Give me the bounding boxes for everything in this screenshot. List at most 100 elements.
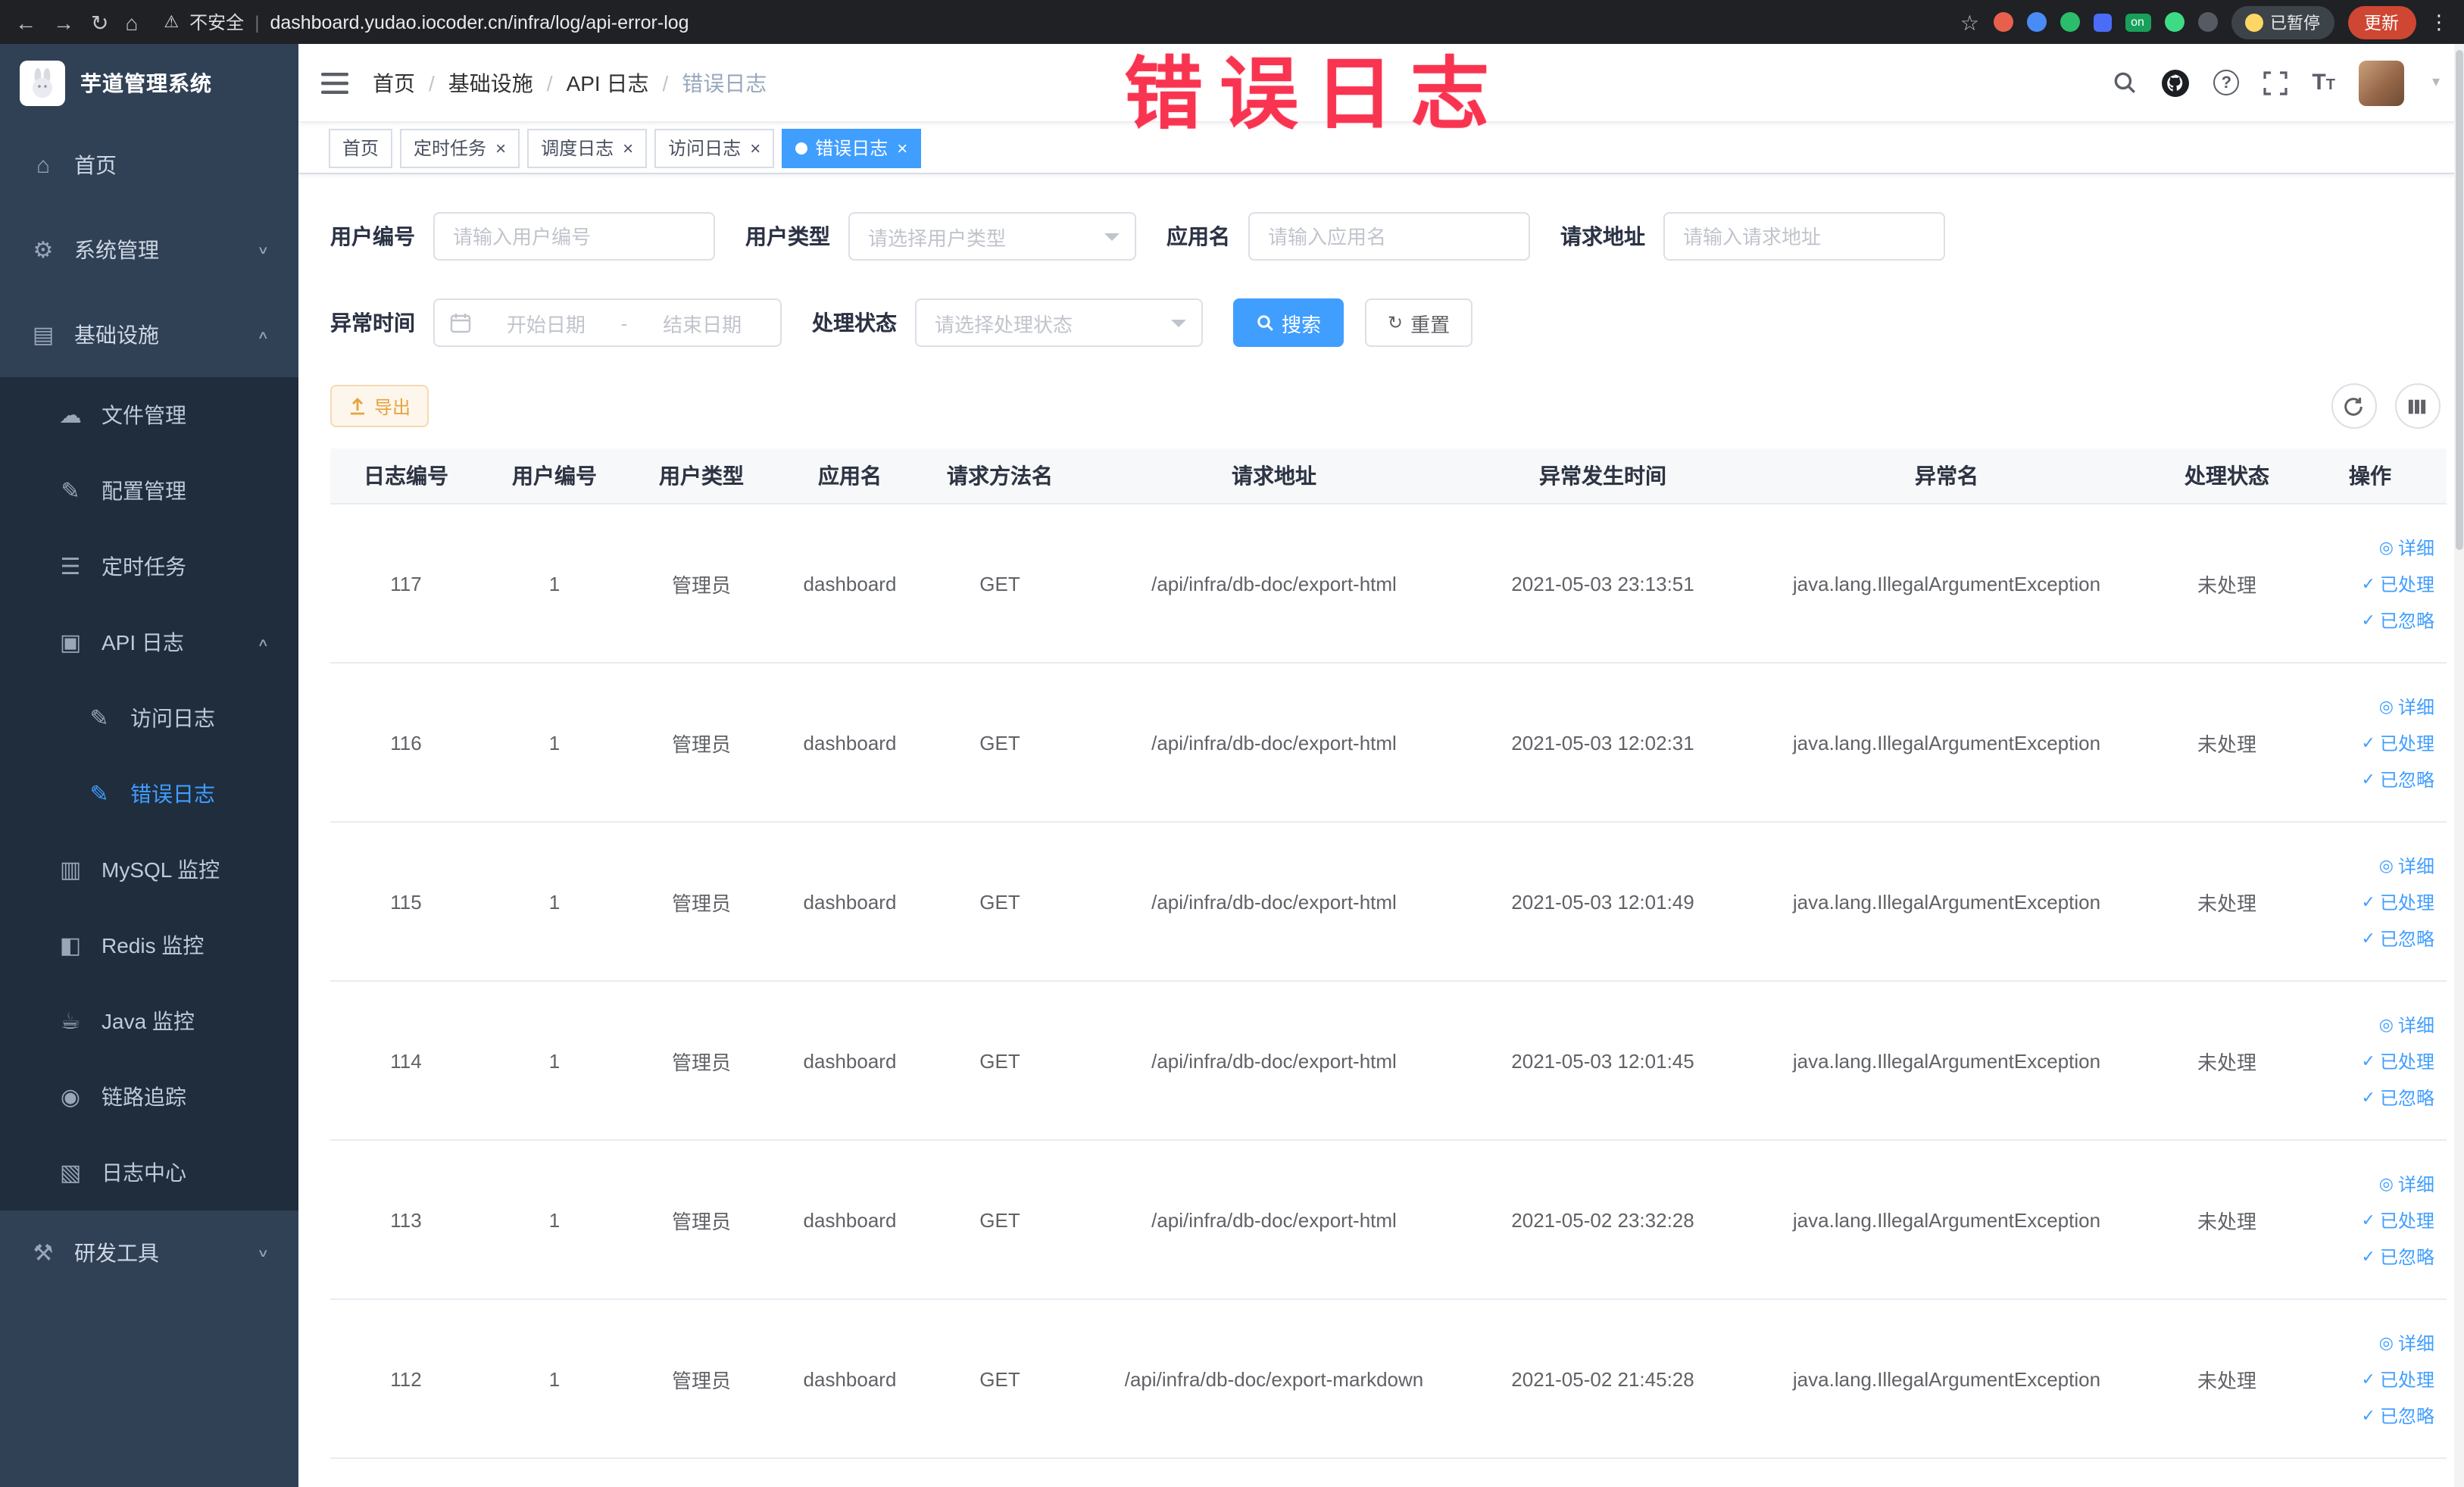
mark-ignored-link[interactable]: ✓ 已忽略 (2362, 925, 2434, 951)
security-label[interactable]: 不安全 (189, 9, 244, 35)
table-row: 117 1 管理员 dashboard GET /api/infra/db-do… (330, 505, 2446, 664)
tab-error-log[interactable]: 错误日志 × (782, 128, 922, 167)
user-id-input[interactable] (433, 212, 715, 261)
help-icon[interactable]: ? (2213, 70, 2240, 95)
close-icon[interactable]: × (623, 139, 633, 157)
cell-user-id: 1 (548, 1049, 561, 1072)
home-icon[interactable]: ⌂ (125, 11, 138, 33)
mark-processed-link[interactable]: ✓ 已处理 (2362, 1048, 2434, 1073)
sidebar-item-mysql-monitor[interactable]: ▥ MySQL 监控 (0, 832, 298, 908)
action-label: 已忽略 (2379, 769, 2434, 790)
mark-ignored-link[interactable]: ✓ 已忽略 (2362, 1243, 2434, 1269)
extension-icon[interactable] (2026, 12, 2046, 32)
rabbit-icon (33, 68, 52, 98)
column-settings-button[interactable] (2394, 383, 2440, 429)
breadcrumb-item[interactable]: 首页 (373, 67, 415, 98)
sidebar-item-tracing[interactable]: ◉ 链路追踪 (0, 1059, 298, 1135)
extension-icon[interactable] (2060, 12, 2079, 32)
filter-label: 请求地址 (1560, 224, 1645, 248)
scrollbar-thumb[interactable] (2455, 50, 2462, 550)
mark-ignored-link[interactable]: ✓ 已忽略 (2362, 766, 2434, 792)
detail-link[interactable]: ◎ 详细 (2379, 1011, 2434, 1037)
mark-processed-link[interactable]: ✓ 已处理 (2362, 1207, 2434, 1232)
close-icon[interactable]: × (495, 139, 506, 157)
breadcrumb-item[interactable]: API 日志 (567, 67, 649, 98)
mark-ignored-link[interactable]: ✓ 已忽略 (2362, 1084, 2434, 1110)
mark-processed-link[interactable]: ✓ 已处理 (2362, 570, 2434, 596)
mark-processed-link[interactable]: ✓ 已处理 (2362, 1366, 2434, 1392)
app-name-input[interactable] (1248, 212, 1530, 261)
cell-status: 未处理 (2197, 573, 2256, 596)
detail-link[interactable]: ◎ 详细 (2379, 693, 2434, 719)
tab-access-log[interactable]: 访问日志 × (654, 128, 775, 167)
sidebar-item-label: 链路追踪 (101, 1085, 186, 1109)
sidebar-item-label: 基础设施 (74, 323, 159, 347)
tab-scheduled-tasks[interactable]: 定时任务 × (400, 128, 520, 167)
caret-down-icon[interactable]: ▾ (2432, 74, 2440, 91)
sidebar-item-dev-tools[interactable]: ⚒ 研发工具 ∨ (0, 1211, 298, 1295)
avatar[interactable] (2359, 60, 2405, 105)
detail-link[interactable]: ◎ 详细 (2379, 1329, 2434, 1355)
sidebar-item-infrastructure[interactable]: ▤ 基础设施 ∧ (0, 292, 298, 377)
mark-ignored-link[interactable]: ✓ 已忽略 (2362, 607, 2434, 633)
sidebar-item-error-log[interactable]: ✎ 错误日志 (0, 756, 298, 832)
sidebar-item-access-log[interactable]: ✎ 访问日志 (0, 680, 298, 756)
action-label: 详细 (2397, 1014, 2434, 1036)
browser-menu-icon[interactable]: ⋮ (2429, 10, 2449, 34)
mark-ignored-link[interactable]: ✓ 已忽略 (2362, 1402, 2434, 1428)
extension-icon[interactable] (2093, 13, 2111, 31)
sidebar-item-dashboard[interactable]: ⌂ 首页 (0, 123, 298, 208)
mark-processed-link[interactable]: ✓ 已处理 (2362, 729, 2434, 755)
sidebar-item-config-mgmt[interactable]: ✎ 配置管理 (0, 453, 298, 529)
extension-icon[interactable] (2197, 12, 2217, 32)
sidebar-item-api-logs[interactable]: ▣ API 日志 ∧ (0, 604, 298, 680)
github-icon[interactable] (2162, 69, 2190, 96)
sidebar-item-log-center[interactable]: ▧ 日志中心 (0, 1135, 298, 1211)
export-button[interactable]: 导出 (330, 385, 429, 427)
detail-link[interactable]: ◎ 详细 (2379, 534, 2434, 560)
request-url-input[interactable] (1663, 212, 1945, 261)
extension-icon[interactable] (1993, 12, 2013, 32)
process-status-select[interactable]: 请选择处理状态 (915, 298, 1203, 347)
extension-on-badge[interactable]: on (2125, 13, 2150, 31)
reset-button[interactable]: ↻ 重置 (1365, 298, 1473, 347)
col-exception-name: 异常名 (1915, 464, 1978, 488)
detail-link[interactable]: ◎ 详细 (2379, 1170, 2434, 1196)
cell-actions: ◎ 详细 ✓ 已处理 ✓ 已忽略 (2294, 1170, 2447, 1269)
close-icon[interactable]: × (897, 139, 907, 157)
filter-row-2: 异常时间 开始日期 - 结束日期 处理状态 请选择处理状态 搜索 ↻ 重置 (330, 298, 2446, 347)
forward-icon[interactable]: → (53, 11, 74, 33)
back-icon[interactable]: ← (15, 11, 36, 33)
date-range-picker[interactable]: 开始日期 - 结束日期 (433, 298, 782, 347)
sidebar-item-redis-monitor[interactable]: ◧ Redis 监控 (0, 908, 298, 983)
mark-processed-link[interactable]: ✓ 已处理 (2362, 889, 2434, 914)
cell-actions: ◎ 详细 ✓ 已处理 ✓ 已忽略 (2294, 852, 2447, 951)
breadcrumb-item[interactable]: 基础设施 (448, 67, 533, 98)
tab-schedule-log[interactable]: 调度日志 × (527, 128, 648, 167)
cell-app-name: dashboard (803, 890, 897, 913)
sidebar-item-scheduled-tasks[interactable]: ☰ 定时任务 (0, 529, 298, 604)
url-text[interactable]: dashboard.yudao.iocoder.cn/infra/log/api… (270, 11, 689, 33)
refresh-button[interactable] (2331, 383, 2376, 429)
user-type-select[interactable]: 请选择用户类型 (848, 212, 1136, 261)
sidebar-item-java-monitor[interactable]: ☕ Java 监控 (0, 983, 298, 1059)
cell-request-url: /api/infra/db-doc/export-markdown (1124, 1367, 1424, 1390)
search-button[interactable]: 搜索 (1233, 298, 1344, 347)
sidebar-item-label: 系统管理 (74, 238, 159, 262)
sidebar-toggle-icon[interactable] (321, 70, 348, 95)
detail-link[interactable]: ◎ 详细 (2379, 852, 2434, 878)
update-button[interactable]: 更新 (2347, 5, 2416, 39)
extension-icon[interactable] (2164, 12, 2184, 32)
page-scrollbar[interactable] (2453, 44, 2464, 1487)
sidebar-item-system-mgmt[interactable]: ⚙ 系统管理 ∨ (0, 208, 298, 292)
paused-badge[interactable]: 已暂停 (2231, 5, 2334, 39)
font-size-icon[interactable]: TT (2312, 70, 2335, 95)
search-icon[interactable] (2112, 70, 2138, 95)
address-bar[interactable]: ⚠ 不安全 | dashboard.yudao.iocoder.cn/infra… (164, 9, 689, 35)
bookmark-star-icon[interactable]: ☆ (1960, 11, 1979, 33)
close-icon[interactable]: × (750, 139, 760, 157)
reload-icon[interactable]: ↻ (91, 11, 108, 33)
fullscreen-icon[interactable] (2263, 70, 2288, 95)
sidebar-item-file-mgmt[interactable]: ☁ 文件管理 (0, 377, 298, 453)
tab-home[interactable]: 首页 (329, 128, 393, 167)
